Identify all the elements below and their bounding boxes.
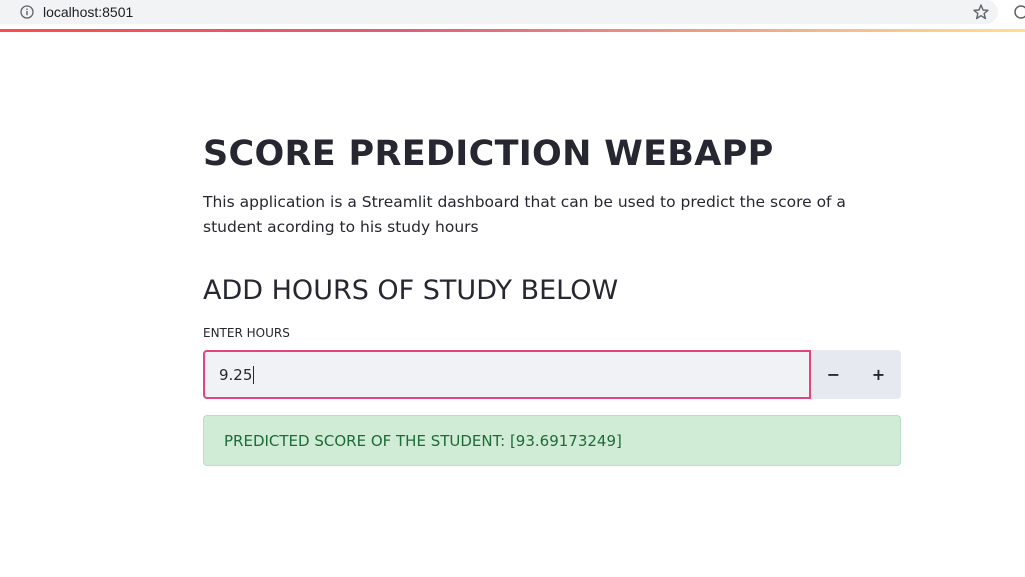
star-icon[interactable]: [972, 3, 990, 21]
text-caret: [253, 365, 255, 384]
decrement-button[interactable]: −: [811, 350, 856, 399]
increment-button[interactable]: +: [856, 350, 901, 399]
hours-number-input: 9.25 − +: [203, 350, 901, 399]
url-text: localhost:8501: [43, 4, 134, 20]
profile-icon[interactable]: [1013, 4, 1025, 20]
decoration-bar: [0, 29, 1025, 32]
page-title: SCORE PREDICTION WEBAPP: [203, 134, 774, 174]
hours-input[interactable]: 9.25: [203, 350, 811, 399]
app-description: This application is a Streamlit dashboar…: [203, 193, 846, 236]
prediction-result-alert: PREDICTED SCORE OF THE STUDENT: [93.6917…: [203, 415, 901, 466]
hours-label: ENTER HOURS: [203, 326, 290, 340]
browser-address-bar: localhost:8501: [0, 0, 1025, 27]
info-icon[interactable]: [20, 5, 34, 19]
url-field[interactable]: localhost:8501: [0, 0, 998, 24]
section-heading: ADD HOURS OF STUDY BELOW: [203, 275, 619, 306]
prediction-result-text: PREDICTED SCORE OF THE STUDENT: [93.6917…: [224, 431, 622, 450]
hours-input-value: 9.25: [219, 365, 253, 384]
